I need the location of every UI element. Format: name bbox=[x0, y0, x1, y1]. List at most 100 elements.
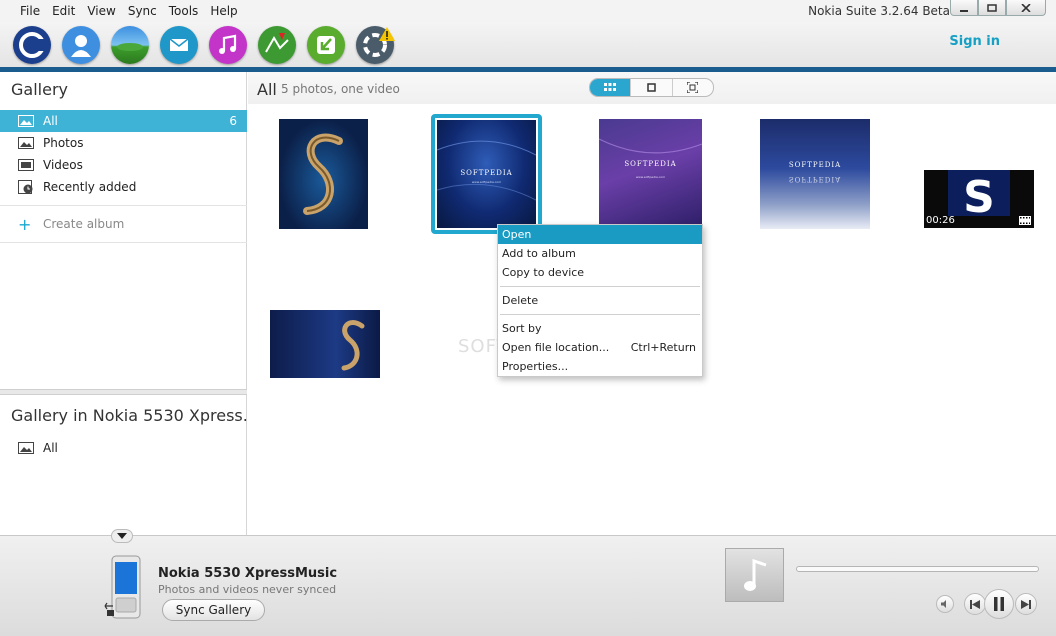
square-icon bbox=[647, 83, 656, 92]
photo-thumbnail[interactable] bbox=[279, 119, 368, 229]
film-icon bbox=[18, 159, 34, 171]
sidebar-item-all[interactable]: All 6 bbox=[0, 110, 247, 132]
menu-separator bbox=[500, 286, 700, 287]
chevron-down-icon bbox=[117, 533, 127, 539]
photo-thumbnail[interactable] bbox=[270, 310, 380, 378]
sidebar-item-label: All bbox=[43, 441, 58, 455]
minimize-button[interactable] bbox=[950, 0, 978, 16]
menu-item-delete[interactable]: Delete bbox=[498, 291, 702, 310]
single-view-button[interactable] bbox=[630, 79, 671, 96]
device-name: Nokia 5530 XpressMusic bbox=[158, 566, 338, 581]
photo-thumbnail-selected[interactable]: SOFTPEDIA www.softpedia.com bbox=[437, 120, 536, 228]
context-menu: Open Add to album Copy to device Delete … bbox=[497, 224, 703, 377]
music-icon[interactable] bbox=[209, 26, 247, 64]
maps-icon[interactable] bbox=[258, 26, 296, 64]
menu-item-sort-by[interactable]: Sort by bbox=[498, 319, 702, 338]
divider bbox=[0, 242, 247, 243]
recent-icon bbox=[18, 180, 34, 194]
menu-item-label: Copy to device bbox=[502, 266, 585, 279]
photo-image: SOFTPEDIA www.softpedia.com bbox=[437, 140, 536, 201]
gallery-icon[interactable] bbox=[111, 26, 149, 64]
create-album-button[interactable]: + Create album bbox=[0, 213, 247, 235]
sidebar-item-recently-added[interactable]: Recently added bbox=[0, 176, 247, 198]
grid-view-button[interactable] bbox=[590, 79, 631, 96]
view-mode-toggle bbox=[589, 78, 714, 97]
film-icon bbox=[1019, 216, 1031, 225]
sidebar-item-label: Recently added bbox=[43, 180, 137, 194]
svg-text:S: S bbox=[963, 172, 995, 223]
skip-forward-icon bbox=[1021, 599, 1031, 609]
pause-button[interactable] bbox=[984, 589, 1014, 619]
photo-image: SOFTPEDIA SOFTPEDIA bbox=[789, 161, 841, 183]
svg-text:SOFTPEDIA: SOFTPEDIA bbox=[624, 160, 676, 168]
minimize-icon bbox=[960, 9, 968, 12]
speaker-icon bbox=[941, 600, 946, 608]
menu-help[interactable]: Help bbox=[210, 4, 237, 18]
app-toolbar: Sign in bbox=[0, 22, 1056, 68]
video-duration: 00:26 bbox=[926, 215, 955, 226]
menu-item-copy-to-device[interactable]: Copy to device bbox=[498, 263, 702, 282]
svg-text:SOFTPEDIA: SOFTPEDIA bbox=[789, 175, 841, 183]
plus-icon: + bbox=[18, 214, 32, 234]
album-art bbox=[725, 548, 784, 602]
view-title: All bbox=[257, 80, 277, 99]
create-album-label: Create album bbox=[43, 217, 125, 231]
video-thumbnail[interactable]: S 00:26 bbox=[924, 170, 1034, 228]
app-title: Nokia Suite 3.2.64 Beta bbox=[808, 4, 950, 18]
svg-text:SOFTPEDIA: SOFTPEDIA bbox=[460, 169, 512, 177]
previous-button[interactable] bbox=[964, 593, 986, 615]
menu-bar: File Edit View Sync Tools Help Nokia Sui… bbox=[0, 0, 1056, 22]
menu-sync[interactable]: Sync bbox=[128, 4, 157, 18]
skip-back-icon bbox=[970, 599, 980, 609]
menu-separator bbox=[500, 314, 700, 315]
menu-tools[interactable]: Tools bbox=[169, 4, 199, 18]
close-button[interactable] bbox=[1006, 0, 1046, 16]
photo-thumbnail[interactable]: SOFTPEDIA www.softpedia.com bbox=[599, 119, 702, 229]
menu-edit[interactable]: Edit bbox=[52, 4, 75, 18]
item-count: 6 bbox=[229, 114, 237, 128]
device-bar: Nokia 5530 XpressMusic Photos and videos… bbox=[0, 529, 1056, 636]
photo-icon bbox=[18, 137, 34, 149]
fullscreen-view-button[interactable] bbox=[671, 79, 713, 96]
device-item-all[interactable]: All bbox=[0, 437, 247, 459]
main-header: All 5 photos, one video bbox=[248, 72, 1056, 104]
phone-icon bbox=[104, 554, 142, 620]
music-note-icon bbox=[743, 558, 766, 591]
device-gallery-title: Gallery in Nokia 5530 Xpress... bbox=[11, 406, 259, 425]
svg-text:www.softpedia.com: www.softpedia.com bbox=[636, 175, 665, 179]
sync-gallery-button[interactable]: Sync Gallery bbox=[162, 599, 265, 621]
photo-image bbox=[341, 320, 365, 371]
photo-thumbnail[interactable]: SOFTPEDIA SOFTPEDIA bbox=[760, 119, 870, 229]
maximize-button[interactable] bbox=[978, 0, 1006, 16]
main-menu: File Edit View Sync Tools Help bbox=[14, 4, 244, 18]
sidebar-item-photos[interactable]: Photos bbox=[0, 132, 247, 154]
menu-item-shortcut: Ctrl+Return bbox=[630, 341, 696, 354]
pause-icon bbox=[994, 597, 1004, 611]
menu-file[interactable]: File bbox=[20, 4, 40, 18]
panel-splitter[interactable] bbox=[0, 389, 247, 395]
collapse-button[interactable] bbox=[111, 529, 133, 543]
menu-item-properties[interactable]: Properties... bbox=[498, 357, 702, 376]
close-icon bbox=[1021, 3, 1031, 12]
sync-status: Photos and videos never synced bbox=[158, 583, 337, 596]
contacts-icon[interactable] bbox=[62, 26, 100, 64]
menu-item-label: Add to album bbox=[502, 247, 576, 260]
messages-icon[interactable] bbox=[160, 26, 198, 64]
software-update-icon[interactable] bbox=[307, 26, 345, 64]
volume-button[interactable] bbox=[936, 595, 954, 613]
sidebar-title: Gallery bbox=[11, 80, 68, 99]
playback-progress[interactable] bbox=[796, 566, 1039, 572]
home-icon[interactable] bbox=[13, 26, 51, 64]
menu-item-add-to-album[interactable]: Add to album bbox=[498, 244, 702, 263]
menu-item-open[interactable]: Open bbox=[498, 225, 702, 244]
next-button[interactable] bbox=[1015, 593, 1037, 615]
sidebar-item-label: Videos bbox=[43, 158, 83, 172]
sidebar: Gallery All 6 Photos Videos Recently add… bbox=[0, 72, 258, 535]
menu-item-label: Properties... bbox=[502, 360, 569, 373]
sign-in-link[interactable]: Sign in bbox=[949, 34, 1000, 49]
sidebar-item-videos[interactable]: Videos bbox=[0, 154, 247, 176]
grid-icon bbox=[604, 83, 617, 91]
photo-image bbox=[303, 133, 343, 215]
menu-view[interactable]: View bbox=[87, 4, 115, 18]
menu-item-open-file-location[interactable]: Open file location... Ctrl+Return bbox=[498, 338, 702, 357]
